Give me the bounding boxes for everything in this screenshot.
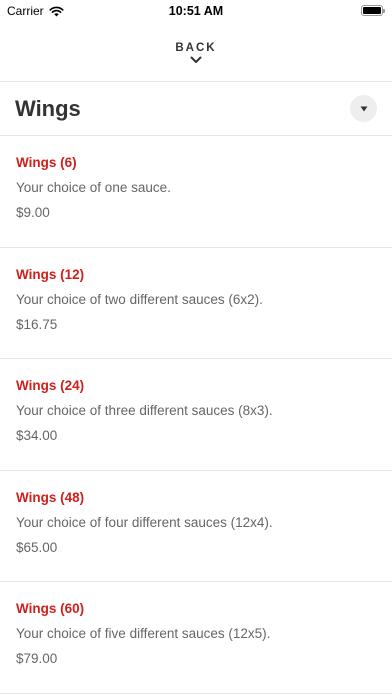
item-description: Your choice of five different sauces (12… xyxy=(16,626,271,641)
item-description: Your choice of two different sauces (6x2… xyxy=(16,291,263,307)
status-time: 10:51 AM xyxy=(168,4,224,18)
item-price: $9.00 xyxy=(16,205,50,220)
menu-item[interactable]: Wings (48) Your choice of four different… xyxy=(0,471,392,582)
section-title: Wings xyxy=(15,95,81,121)
item-name: Wings (6) xyxy=(16,155,77,170)
item-price: $65.00 xyxy=(16,539,58,555)
section-toggle-button[interactable] xyxy=(350,95,377,122)
item-price: $34.00 xyxy=(16,428,58,443)
menu-list: Wings (6) Your choice of one sauce. $9.0… xyxy=(0,136,392,694)
caret-down-icon xyxy=(360,106,367,111)
menu-item[interactable]: Wings (60) Your choice of five different… xyxy=(0,582,392,694)
back-label: BACK xyxy=(175,41,217,54)
item-description: Your choice of three different sauces (8… xyxy=(16,403,273,418)
menu-item[interactable]: Wings (12) Your choice of two different … xyxy=(0,248,392,359)
item-name: Wings (12) xyxy=(16,266,85,282)
menu-item[interactable]: Wings (6) Your choice of one sauce. $9.0… xyxy=(0,136,392,248)
item-price: $16.75 xyxy=(16,316,58,332)
chevron-down-icon xyxy=(190,56,202,63)
item-name: Wings (48) xyxy=(16,489,85,505)
status-bar: Carrier 10:51 AM xyxy=(0,0,392,22)
battery-level xyxy=(363,7,381,14)
battery-icon xyxy=(361,5,385,16)
item-description: Your choice of four different sauces (12… xyxy=(16,514,273,530)
item-description: Your choice of one sauce. xyxy=(16,180,171,195)
back-button[interactable]: BACK xyxy=(0,22,392,82)
section-header: Wings xyxy=(0,82,392,136)
item-name: Wings (60) xyxy=(16,601,85,616)
menu-item[interactable]: Wings (24) Your choice of three differen… xyxy=(0,359,392,471)
item-price: $79.00 xyxy=(16,651,58,666)
item-name: Wings (24) xyxy=(16,378,85,393)
